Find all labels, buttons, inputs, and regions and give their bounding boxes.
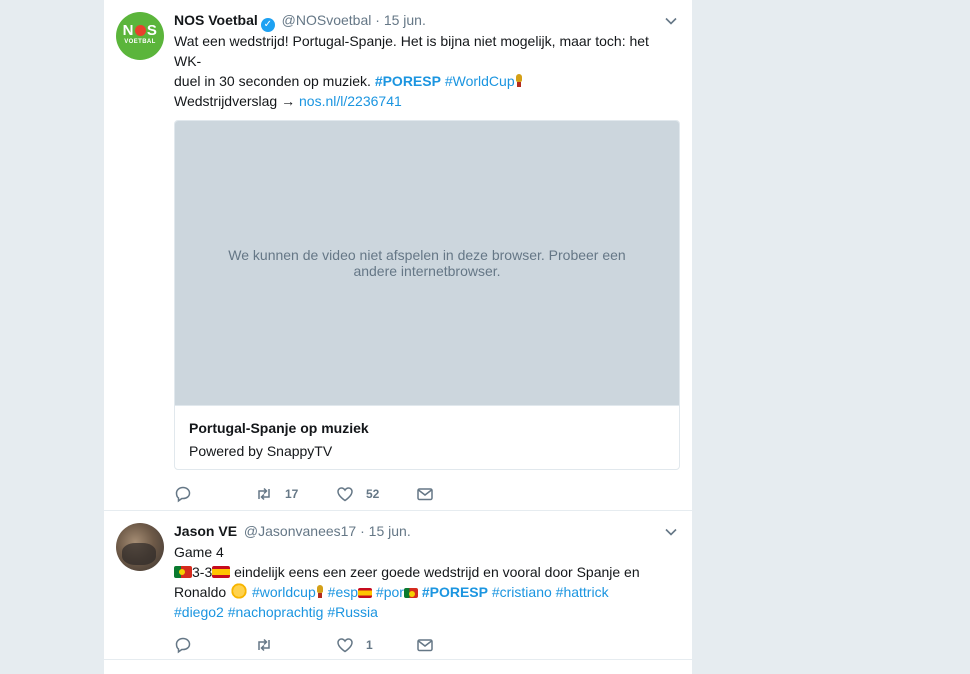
tweet-text-fragment: eindelijk eens een zeer goede wedstrijd … [234,564,640,580]
avatar[interactable] [116,523,164,571]
message-icon [417,639,433,652]
tweet-text-line: Ronaldo #worldcup #esp #por #PORESP #cri… [174,582,680,602]
reply-icon [175,637,191,654]
tweet-text-line: Wat een wedstrijd! Portugal-Spanje. Het … [174,33,649,69]
tweet-text: Wat een wedstrijd! Portugal-Spanje. Het … [174,31,680,91]
avatar-logo-subtext: VOETBAL [124,39,156,45]
tweet-actions: 1 [174,635,644,655]
tweet-header: NOS Voetbal ✓ @NOSvoetbal · 15 jun. [174,12,680,32]
separator: · [360,523,365,539]
tweet-text-line: Wedstrijdverslag → nos.nl/l/2236741 [174,91,680,111]
score: 3-3 [192,564,213,580]
tweet[interactable]: Jason VE @Jasonvanees17 · 15 jun. Game 4… [104,511,692,660]
worldcup-trophy-icon [515,74,523,88]
retweet-count: 17 [285,487,299,501]
spain-flag-icon [212,566,231,578]
chevron-down-icon[interactable] [664,14,678,28]
hashtag-link[interactable]: #diego2 [174,604,224,620]
timestamp[interactable]: 15 jun. [369,523,411,539]
hashtag-link[interactable]: #nachoprachtig [228,604,324,620]
hashtag-link[interactable]: #esp [328,584,358,600]
hashtag-link[interactable]: #WorldCup [445,73,515,89]
spain-flag-icon [358,588,373,598]
hashtag-link[interactable]: #Russia [327,604,378,620]
author-handle[interactable]: @Jasonvanees17 [244,523,356,539]
hashtag-link[interactable]: #por [376,584,404,600]
card-info[interactable]: Portugal-Spanje op muziek Powered by Sna… [175,405,679,469]
like-count: 1 [366,638,373,652]
media-card[interactable]: We kunnen de video niet afspelen in deze… [174,120,680,470]
card-title[interactable]: Portugal-Spanje op muziek [189,420,369,436]
tweet-text-line: duel in 30 seconden op muziek. #PORESP #… [174,71,680,91]
reply-button[interactable] [174,635,192,655]
hashtag-link[interactable]: #hattrick [556,584,609,600]
author-name[interactable]: NOS Voetbal [174,12,258,28]
video-player[interactable]: We kunnen de video niet afspelen in deze… [175,121,679,405]
report-link[interactable]: nos.nl/l/2236741 [299,93,402,109]
message-button[interactable] [416,635,434,655]
avatar-logo-text: NS [122,22,158,39]
video-error-message: We kunnen de video niet afspelen in deze… [228,247,626,279]
tweet-text-line: #diego2 #nachoprachtig #Russia [174,602,680,622]
tweet-text-line: Game 4 [174,544,224,560]
like-count: 52 [366,487,380,501]
hashtag-link[interactable]: #cristiano [492,584,552,600]
author-name[interactable]: Jason VE [174,523,237,539]
avatar-photo [122,543,156,565]
tweet-text-fragment: Ronaldo [174,584,227,600]
card-subtitle: Powered by SnappyTV [189,443,333,459]
hashtag-link[interactable]: #PORESP [375,73,441,89]
like-button[interactable]: 52 [336,484,379,504]
like-button[interactable]: 1 [336,635,373,655]
message-button[interactable] [416,484,434,504]
like-icon [337,638,353,653]
clapping-hands-icon [230,582,249,600]
hashtag-link[interactable]: #PORESP [422,584,488,600]
retweet-button[interactable]: 17 [255,484,298,504]
hashtag-link[interactable]: #worldcup [252,584,316,600]
message-icon [417,488,433,501]
tweet[interactable]: NS VOETBAL NOS Voetbal ✓ @NOSvoetbal · 15… [104,0,692,511]
tweet-actions: 17 52 [174,484,644,504]
author-handle[interactable]: @NOSvoetbal [282,12,372,28]
timeline: NS VOETBAL NOS Voetbal ✓ @NOSvoetbal · 15… [104,0,692,674]
retweet-icon [258,487,270,501]
tweet-text-line: 3-3 eindelijk eens een zeer goede wedstr… [174,562,680,582]
portugal-flag-icon [403,588,418,598]
tweet-text-fragment: duel in 30 seconden op muziek. [174,73,371,89]
separator: · [375,12,380,28]
retweet-icon [258,638,270,652]
tweet-text: Game 4 3-3 eindelijk eens een zeer goede… [174,542,680,622]
reply-button[interactable] [174,484,192,504]
timestamp[interactable]: 15 jun. [384,12,426,28]
chevron-down-icon[interactable] [664,525,678,539]
portugal-flag-icon [174,566,192,578]
verified-icon: ✓ [260,18,275,32]
like-icon [337,487,353,502]
avatar[interactable]: NS VOETBAL [116,12,164,60]
report-label: Wedstrijdverslag → [174,93,296,109]
retweet-button[interactable] [255,635,285,655]
tweet-header: Jason VE @Jasonvanees17 · 15 jun. [174,523,680,543]
worldcup-trophy-icon [316,585,324,599]
reply-icon [175,486,191,503]
